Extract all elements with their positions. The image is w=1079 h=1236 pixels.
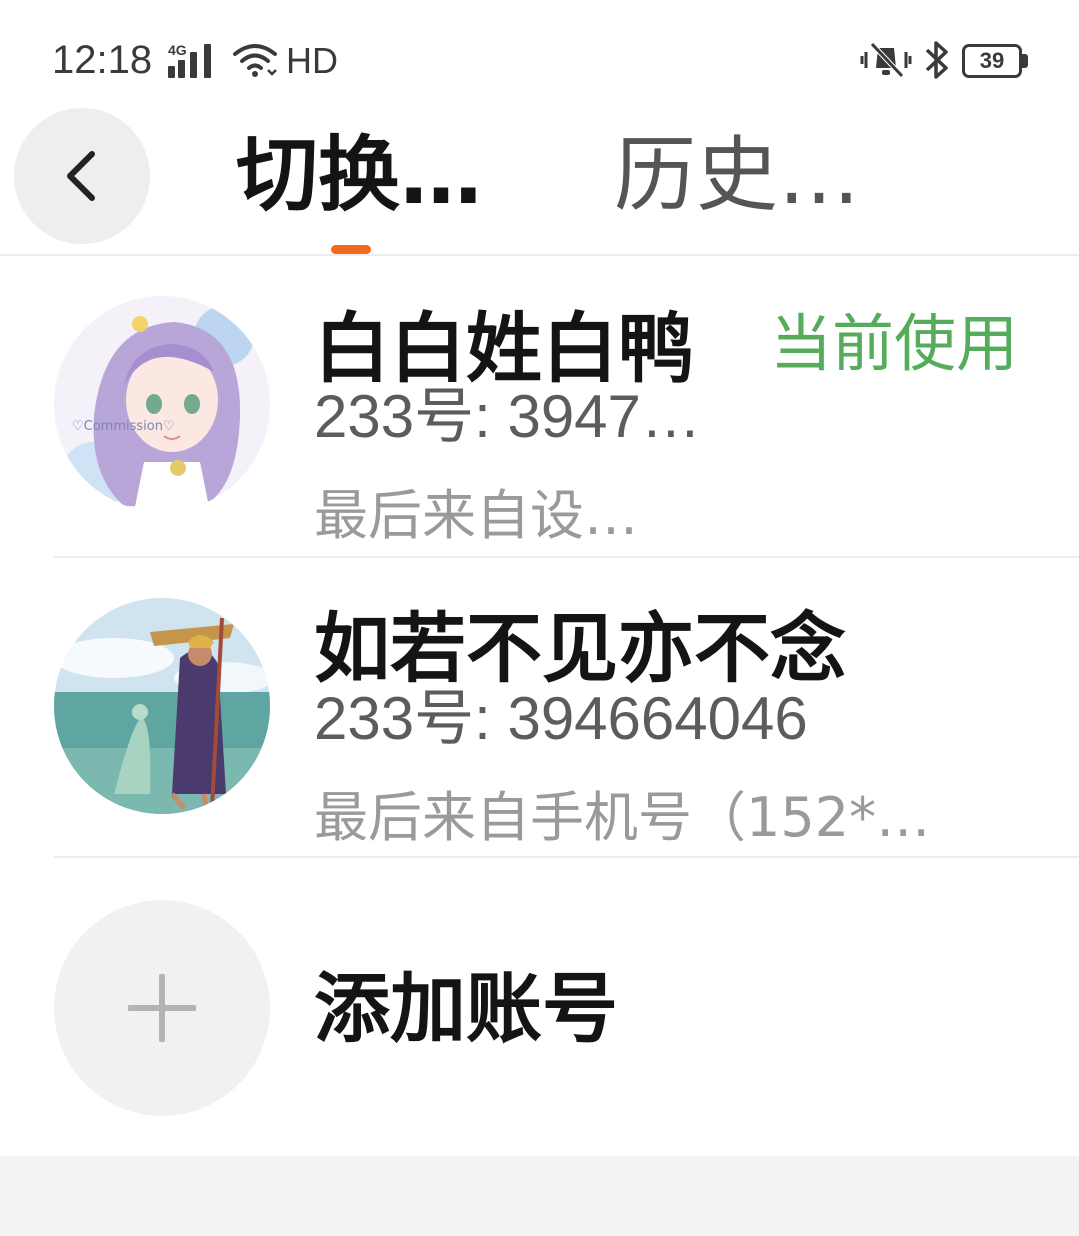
svg-text:♡Commission♡: ♡Commission♡ xyxy=(72,419,175,434)
mute-icon xyxy=(860,40,912,80)
account-uid: 233号: 394664046 xyxy=(314,685,808,752)
wifi-icon xyxy=(232,42,278,78)
account-login-source: 最后来自手机号（152*… xyxy=(314,786,931,849)
current-account-badge: 当前使用 xyxy=(770,307,1019,380)
plus-icon xyxy=(128,974,196,1042)
add-account-button[interactable] xyxy=(54,900,270,1116)
status-time: 12:18 xyxy=(52,38,153,82)
avatar xyxy=(54,598,270,814)
bluetooth-icon xyxy=(922,38,952,82)
row-divider xyxy=(54,556,1079,558)
add-account-label: 添加账号 xyxy=(314,964,618,1053)
account-switch-page: 12:18 4G HD 39 切换… 历史… ♡Commission♡ 白白姓白… xyxy=(0,0,1079,1236)
avatar: ♡Commission♡ xyxy=(54,296,270,512)
chevron-left-icon xyxy=(67,151,95,201)
signal-icon: 4G xyxy=(166,42,218,78)
hd-label: HD xyxy=(286,40,338,81)
account-login-source: 最后来自设… xyxy=(314,484,638,547)
tab-switch-account[interactable]: 切换… xyxy=(236,126,482,226)
row-divider xyxy=(54,856,1079,858)
active-tab-indicator xyxy=(331,245,371,254)
battery-icon: 39 xyxy=(962,44,1028,78)
header-divider xyxy=(0,254,1079,256)
bottom-spacer xyxy=(0,1156,1079,1236)
network-type: 4G xyxy=(168,42,187,58)
status-bar: 12:18 4G HD 39 xyxy=(0,0,1079,110)
account-name: 如若不见亦不念 xyxy=(314,604,846,693)
back-button[interactable] xyxy=(14,108,150,244)
battery-level: 39 xyxy=(979,48,1005,73)
tab-history[interactable]: 历史… xyxy=(614,126,860,226)
account-uid: 233号: 3947… xyxy=(314,383,701,450)
account-name: 白白姓白鸭 xyxy=(314,304,694,393)
